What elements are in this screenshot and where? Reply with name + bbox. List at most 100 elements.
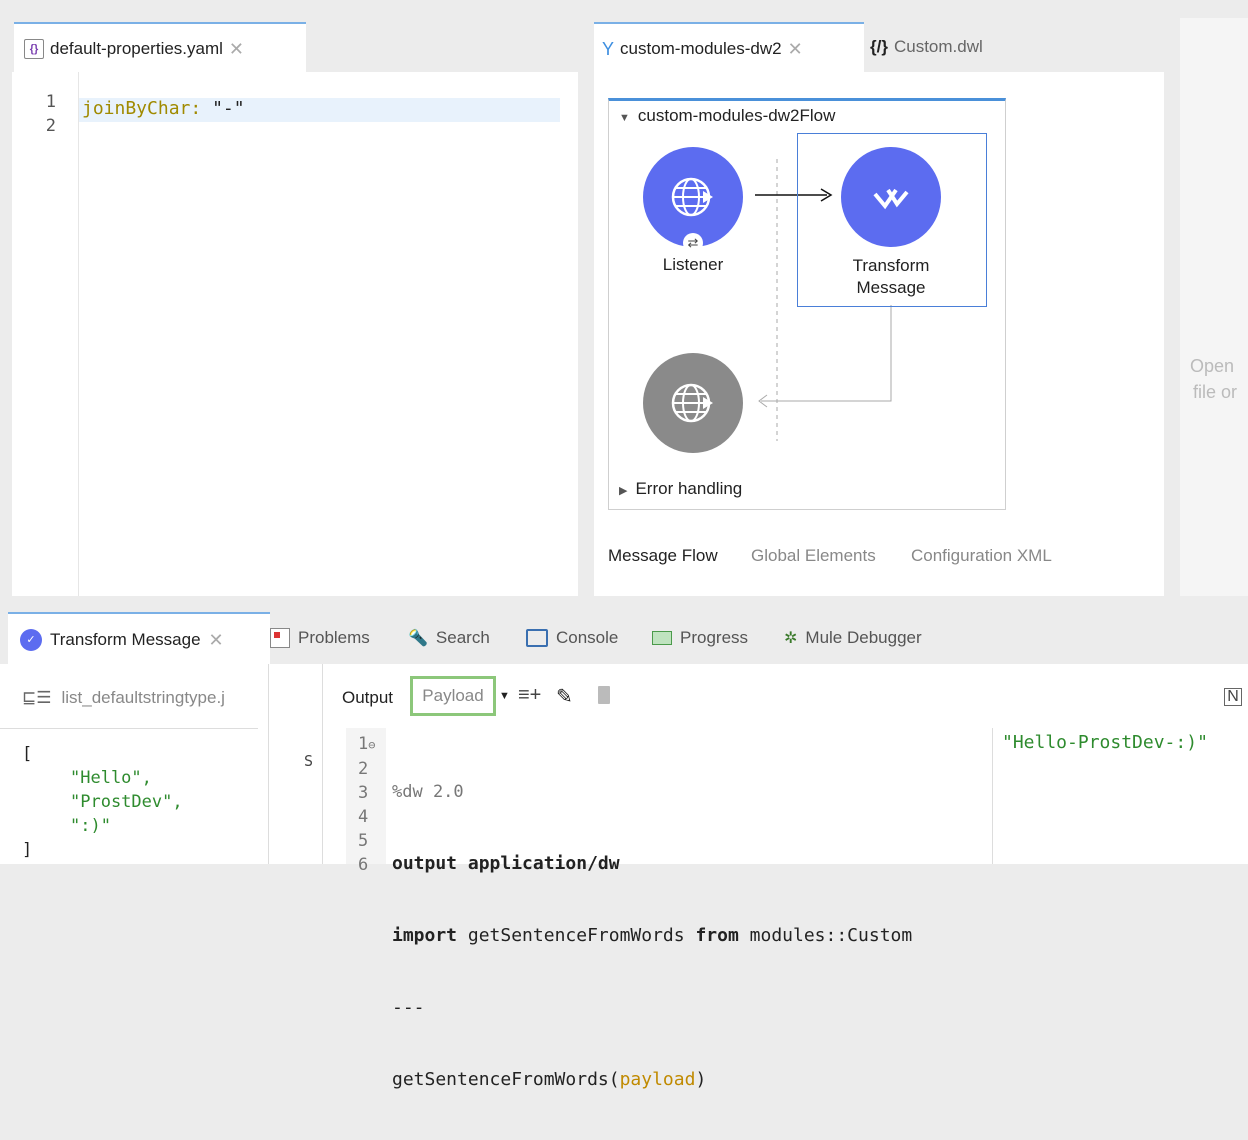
bottom-tabbar: ✓ Transform Message ✕ Problems 🔦 Search … [0, 612, 1248, 666]
tab-label: Console [556, 628, 619, 647]
paren: ) [695, 1069, 707, 1090]
input-file-label: list_defaultstringtype.j [61, 688, 225, 707]
tab-search[interactable]: 🔦 Search [408, 612, 490, 664]
line-number: 5 [358, 831, 369, 851]
tree-icon: ⊑☰ [22, 688, 52, 707]
json-string: "Hello", [70, 768, 152, 788]
json-string: "ProstDev", [70, 792, 183, 812]
tab-console[interactable]: Console [526, 612, 618, 664]
close-icon[interactable]: ✕ [788, 39, 803, 60]
tab-default-properties[interactable]: {} default-properties.yaml ✕ [14, 22, 306, 74]
tab-mule-debugger[interactable]: ✲ Mule Debugger [784, 612, 922, 664]
bug-icon: ✲ [784, 630, 798, 647]
transform-label-line1: Transform [852, 256, 930, 275]
payload-arg: payload [619, 1069, 696, 1090]
code-line-2[interactable]: joinByChar: "-" [82, 98, 245, 119]
listener-component[interactable]: ⇄ [643, 147, 743, 253]
null-icon[interactable]: N [1224, 688, 1242, 706]
flow-container[interactable]: ▼ custom-modules-dw2Flow ⇄ Listener Tran… [608, 98, 1006, 510]
preview-output: "Hello-ProstDev-:)" [1002, 732, 1208, 753]
add-target-icon[interactable]: ≡+ [518, 684, 541, 707]
progress-icon [652, 631, 672, 645]
tab-custom-modules-dw2[interactable]: Y custom-modules-dw2 ✕ [594, 22, 864, 74]
yaml-file-icon: {} [24, 39, 44, 59]
json-string: ":)" [70, 816, 111, 836]
transform-message-panel: ⊑☰ list_defaultstringtype.j [ "Hello", "… [0, 664, 1248, 1090]
console-icon [526, 629, 548, 647]
problems-icon [270, 628, 290, 648]
yaml-editor: {} default-properties.yaml ✕ 1 2 joinByC… [12, 18, 578, 596]
fold-icon[interactable]: ⊖ [368, 738, 375, 752]
dataweave-code[interactable]: %dw 2.0 output application/dw import get… [392, 732, 912, 1140]
tab-label: Search [435, 628, 490, 647]
tab-global-elements[interactable]: Global Elements [751, 546, 876, 566]
tab-transform-message[interactable]: ✓ Transform Message ✕ [8, 612, 270, 666]
code-line: output application/dw [392, 853, 620, 874]
code-line: import getSentenceFromWords from modules… [392, 924, 912, 948]
keyword-import: import [392, 925, 458, 946]
mapping-column: S [272, 664, 323, 864]
payload-label: Payload [422, 686, 484, 705]
divider [0, 728, 258, 729]
line-number: 6 [358, 855, 369, 875]
line-gutter: 1 2 [12, 72, 79, 596]
tab-message-flow[interactable]: Message Flow [608, 546, 718, 566]
line-number: 2 [45, 116, 56, 136]
module-path: modules::Custom [738, 925, 913, 946]
keyword-from: from [695, 925, 739, 946]
tab-label: Custom.dwl [893, 37, 983, 56]
json-bracket: ] [22, 840, 33, 860]
function-call: getSentenceFromWords( [392, 1069, 620, 1090]
line-number: 1 [45, 92, 56, 112]
flashlight-icon: 🔦 [408, 630, 428, 647]
dataweave-icon [873, 188, 909, 210]
yaml-key: joinByChar: [82, 98, 202, 119]
close-icon[interactable]: ✕ [209, 630, 224, 651]
error-handling-section[interactable]: ▶ Error handling [619, 479, 742, 499]
globe-icon [671, 177, 713, 217]
tab-label: Progress [680, 628, 749, 647]
input-panel: ⊑☰ list_defaultstringtype.j [ "Hello", "… [0, 664, 269, 864]
input-file-header[interactable]: ⊑☰ list_defaultstringtype.j [22, 688, 225, 708]
line-number: 4 [358, 807, 369, 827]
error-handling-label: Error handling [635, 479, 743, 498]
tab-label: Problems [298, 628, 370, 647]
dropdown-arrow-icon[interactable]: ▼ [499, 690, 510, 702]
pencil-icon[interactable]: ✎ [556, 684, 573, 709]
expand-triangle-icon[interactable]: ▶ [619, 485, 627, 497]
error-source-component[interactable] [643, 353, 743, 453]
transform-message-component[interactable] [841, 147, 941, 247]
tab-configuration-xml[interactable]: Configuration XML [911, 546, 1052, 566]
mapping-marker: S [304, 752, 314, 770]
json-bracket: [ [22, 744, 33, 764]
code-line: --- [392, 997, 425, 1018]
globe-icon [671, 383, 713, 423]
tab-progress[interactable]: Progress [652, 612, 748, 664]
flow-tabbar: Y custom-modules-dw2 ✕ {/} Custom.dwl [594, 18, 1164, 74]
preview-divider [992, 728, 993, 864]
close-icon[interactable]: ✕ [229, 39, 244, 60]
code-line-numbers: 1⊖ 2 3 4 5 6 [358, 732, 375, 877]
tab-custom-dwl[interactable]: {/} Custom.dwl [866, 22, 983, 72]
error-connector [761, 305, 892, 402]
right-panel-text: Open [1190, 356, 1235, 376]
tab-problems[interactable]: Problems [270, 612, 370, 664]
output-label: Output [342, 688, 394, 707]
flow-editor: Y custom-modules-dw2 ✕ {/} Custom.dwl ▼ c… [594, 18, 1164, 596]
editor-tabbar: {} default-properties.yaml ✕ [12, 18, 578, 74]
transform-label: Transform Message [831, 255, 951, 299]
tab-label: default-properties.yaml [50, 39, 223, 58]
transform-label-line2: Message [856, 278, 926, 297]
dataweave-file-icon: {/} [870, 37, 888, 56]
line-number: 1 [358, 734, 369, 754]
listener-label: Listener [662, 255, 724, 274]
tab-label: custom-modules-dw2 [620, 39, 782, 58]
trash-icon[interactable] [598, 686, 610, 704]
line-number: 3 [358, 783, 369, 803]
exchange-icon: ⇄ [683, 233, 703, 253]
right-panel: Open file or [1180, 18, 1248, 596]
import-name: getSentenceFromWords [457, 925, 696, 946]
tab-label: Transform Message [50, 630, 201, 649]
right-panel-text: file or [1193, 382, 1238, 402]
payload-selector[interactable]: Payload [410, 676, 496, 716]
